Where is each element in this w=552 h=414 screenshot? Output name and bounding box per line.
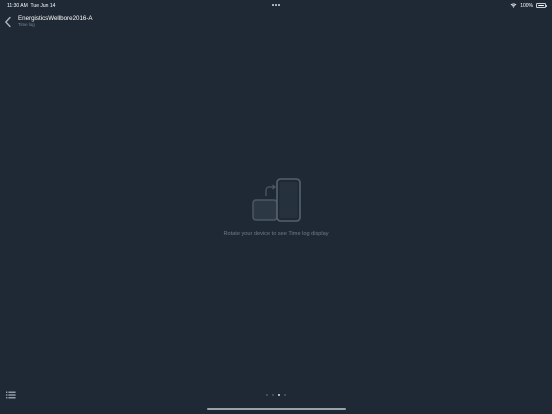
status-bar: 11:30 AM Tue Jun 14 100% — [0, 0, 552, 11]
status-time: 11:30 AM — [7, 3, 28, 9]
page-dot[interactable] — [283, 393, 287, 396]
multitask-dot — [278, 4, 280, 6]
page-dot-active[interactable] — [277, 393, 281, 396]
battery-icon — [536, 3, 547, 8]
home-indicator[interactable] — [207, 407, 346, 410]
back-button[interactable] — [3, 16, 13, 28]
page-dot[interactable] — [271, 393, 275, 396]
multitask-dot — [272, 4, 274, 6]
battery-fill — [537, 4, 545, 7]
page-dot[interactable] — [266, 393, 269, 396]
status-right: 100% — [510, 2, 547, 9]
landscape-device-shape — [252, 199, 278, 221]
status-date: Tue Jun 14 — [30, 3, 56, 9]
status-time-date: 11:30 AM Tue Jun 14 — [7, 3, 55, 9]
multitasking-menu-icon[interactable] — [272, 4, 280, 6]
page-title: EnergisticsWellbore2016-A — [18, 15, 93, 22]
page-subtitle: Time log — [18, 22, 35, 27]
page-indicator[interactable] — [266, 393, 287, 396]
rotate-device-icon — [252, 178, 301, 222]
battery-percent: 100% — [520, 2, 533, 9]
list-button[interactable] — [6, 391, 16, 399]
wifi-icon — [510, 3, 517, 8]
rotate-message: Rotate your device to see Time log displ… — [223, 231, 329, 237]
multitask-dot — [275, 4, 277, 6]
navigation-header: EnergisticsWellbore2016-A Time log — [0, 12, 552, 30]
chevron-left-icon — [5, 16, 11, 28]
list-icon — [6, 391, 16, 399]
